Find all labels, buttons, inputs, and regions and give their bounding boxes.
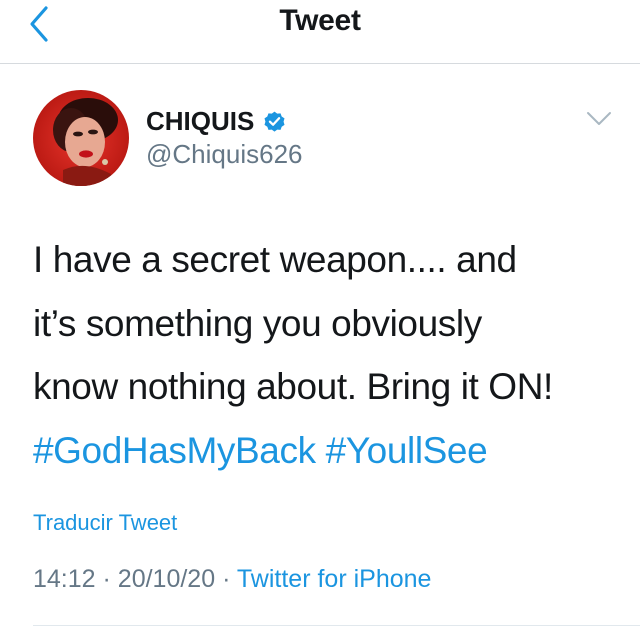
divider	[33, 625, 640, 626]
tweet-text-line: know nothing about. Bring it ON!	[33, 366, 553, 407]
more-options-button[interactable]	[584, 108, 614, 130]
tweet-text-line: I have a secret weapon.... and	[33, 239, 517, 280]
navigation-bar: Tweet	[0, 0, 640, 64]
translate-tweet-link[interactable]: Traducir Tweet	[33, 510, 177, 536]
separator: ·	[102, 565, 111, 593]
tweet-text: I have a secret weapon.... and it’s some…	[33, 228, 623, 482]
chevron-down-icon	[587, 112, 611, 125]
author-name[interactable]: CHIQUIS	[146, 106, 254, 137]
profile-photo	[33, 90, 129, 186]
tweet-metadata: 14:12 · 20/10/20 · Twitter for iPhone	[33, 565, 431, 594]
hashtag-link[interactable]: #GodHasMyBack	[33, 430, 316, 471]
author-handle[interactable]: @Chiquis626	[146, 139, 302, 170]
avatar[interactable]	[33, 90, 129, 186]
tweet-source-link[interactable]: Twitter for iPhone	[237, 565, 432, 593]
hashtag-link[interactable]: #YoullSee	[326, 430, 488, 471]
hashtag-line: #GodHasMyBack #YoullSee	[33, 419, 623, 483]
tweet-text-line: it’s something you obviously	[33, 302, 482, 344]
separator: ·	[222, 565, 231, 593]
page-title: Tweet	[279, 4, 361, 37]
tweet-date: 20/10/20	[117, 565, 216, 593]
author-name-row[interactable]: CHIQUIS	[146, 103, 287, 139]
tweet-time: 14:12	[33, 565, 96, 593]
verified-badge-icon	[264, 111, 285, 132]
